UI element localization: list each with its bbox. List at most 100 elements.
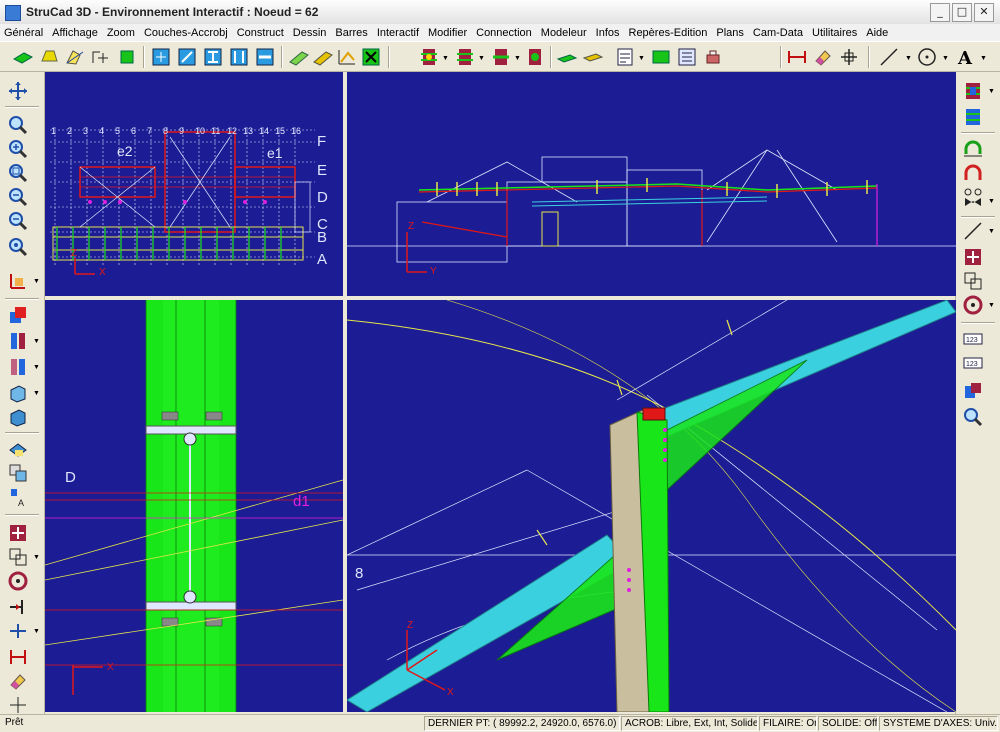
menu-barres[interactable]: Barres [335, 27, 367, 39]
zoom-euro-icon[interactable] [962, 406, 984, 428]
snap-icon[interactable] [7, 694, 29, 716]
connection-icon[interactable] [524, 46, 546, 68]
line-icon[interactable] [878, 46, 900, 68]
menu-utilitaires[interactable]: Utilitaires [812, 27, 857, 39]
layer-filter-icon[interactable] [7, 356, 29, 378]
dimension-icon[interactable] [786, 46, 808, 68]
node-edit-icon[interactable] [962, 106, 984, 128]
axis-y-label: Y [430, 266, 437, 277]
maximize-button[interactable]: □ [952, 3, 972, 22]
align-icon[interactable] [176, 46, 198, 68]
render-icon[interactable] [7, 438, 29, 460]
viewport-plan[interactable]: 1 2 3 4 5 6 7 8 9 10 11 12 13 14 15 16 F… [45, 72, 343, 296]
beam-icon[interactable] [202, 46, 224, 68]
grid-label: 15 [275, 126, 285, 136]
section-icon[interactable] [64, 46, 86, 68]
dimension-left-icon[interactable] [7, 646, 29, 668]
mark-icon[interactable]: A [7, 486, 29, 508]
viewport-detail[interactable]: D d1 X [45, 300, 343, 712]
grid-letter-d: D [65, 469, 76, 486]
copy-node-icon[interactable] [962, 270, 984, 292]
copy-object-icon[interactable] [7, 546, 29, 568]
menu-general[interactable]: Général [4, 27, 43, 39]
viewport-elevation[interactable]: Y Z [347, 72, 956, 296]
strucad-app-icon[interactable] [5, 5, 21, 21]
purlin-icon[interactable] [254, 46, 276, 68]
rotate-node-icon[interactable] [962, 294, 984, 316]
zoom-in-icon[interactable] [7, 138, 29, 160]
menu-affichage[interactable]: Affichage [52, 27, 98, 39]
solid-icon[interactable] [7, 406, 29, 428]
menu-modifier[interactable]: Modifier [428, 27, 467, 39]
numbering2-icon[interactable]: 123 [962, 352, 984, 374]
column-icon[interactable] [228, 46, 250, 68]
zoom-window-icon[interactable] [7, 162, 29, 184]
layer-icon[interactable] [7, 304, 29, 326]
zoom-all-icon[interactable] [7, 186, 29, 208]
close-button[interactable]: ✕ [974, 3, 994, 22]
viewport-perspective[interactable]: 8 Z X [347, 300, 956, 712]
arch-green-icon[interactable] [962, 138, 984, 160]
zoom-previous-icon[interactable] [7, 236, 29, 258]
line-draw-icon[interactable] [962, 220, 984, 242]
move-node-icon[interactable] [962, 246, 984, 268]
view-icon[interactable] [7, 270, 29, 292]
status-snap: ACROB: Libre, Ext, Int, Solide [621, 716, 758, 731]
extend-icon[interactable] [7, 596, 29, 618]
menu-aide[interactable]: Aide [866, 27, 888, 39]
assembly-icon[interactable] [962, 380, 984, 402]
menu-reperes-edition[interactable]: Repères-Edition [629, 27, 708, 39]
node2-icon[interactable] [418, 46, 440, 68]
menu-cam-data[interactable]: Cam-Data [753, 27, 803, 39]
move-icon[interactable] [7, 522, 29, 544]
grid-label: 10 [195, 126, 205, 136]
box-icon[interactable] [7, 382, 29, 404]
axis-x-label: X [99, 267, 106, 278]
svg-text:123: 123 [966, 337, 978, 344]
text-icon[interactable]: A [954, 46, 976, 68]
menu-couches-accrobj[interactable]: Couches-Accrobj [144, 27, 228, 39]
camdata-icon[interactable] [676, 46, 698, 68]
layer-manager-icon[interactable] [7, 330, 29, 352]
menu-interactif[interactable]: Interactif [377, 27, 419, 39]
export-icon[interactable] [614, 46, 636, 68]
print-preview-icon[interactable] [7, 462, 29, 484]
bracing-icon[interactable] [288, 46, 310, 68]
menu-connection[interactable]: Connection [476, 27, 532, 39]
menu-plans[interactable]: Plans [716, 27, 744, 39]
stair-icon[interactable] [312, 46, 334, 68]
pan-icon[interactable] [7, 80, 29, 102]
mirror-icon[interactable] [962, 186, 984, 208]
plan-icon[interactable] [556, 46, 578, 68]
numbering-icon[interactable]: 123 [962, 328, 984, 350]
menu-construct[interactable]: Construct [237, 27, 284, 39]
menu-zoom[interactable]: Zoom [107, 27, 135, 39]
rotate-object-icon[interactable] [7, 570, 29, 592]
rotate-icon[interactable] [116, 46, 138, 68]
copy-icon[interactable] [150, 46, 172, 68]
grid-icon[interactable] [336, 46, 358, 68]
plan2-icon[interactable] [582, 46, 604, 68]
plate-icon[interactable] [12, 46, 34, 68]
print-icon[interactable] [650, 46, 672, 68]
menu-infos[interactable]: Infos [596, 27, 620, 39]
node-icon[interactable] [360, 46, 382, 68]
arch-red-icon[interactable] [962, 162, 984, 184]
circle-icon[interactable] [916, 46, 938, 68]
trim-icon[interactable] [7, 620, 29, 642]
status-wireframe: FILAIRE: On [759, 716, 817, 731]
node-create-icon[interactable] [962, 80, 984, 102]
menu-dessin[interactable]: Dessin [293, 27, 327, 39]
cut-icon[interactable] [90, 46, 112, 68]
crosshair-icon[interactable] [838, 46, 860, 68]
utility-icon[interactable] [702, 46, 724, 68]
eraser-icon[interactable] [812, 46, 834, 68]
weld-icon[interactable] [490, 46, 512, 68]
menu-modeleur[interactable]: Modeleur [541, 27, 587, 39]
erase-icon[interactable] [7, 670, 29, 692]
minimize-button[interactable]: _ [930, 3, 950, 22]
node3-icon[interactable] [454, 46, 476, 68]
zoom-icon[interactable] [7, 114, 29, 136]
prism-icon[interactable] [38, 46, 60, 68]
zoom-out-icon[interactable] [7, 210, 29, 232]
